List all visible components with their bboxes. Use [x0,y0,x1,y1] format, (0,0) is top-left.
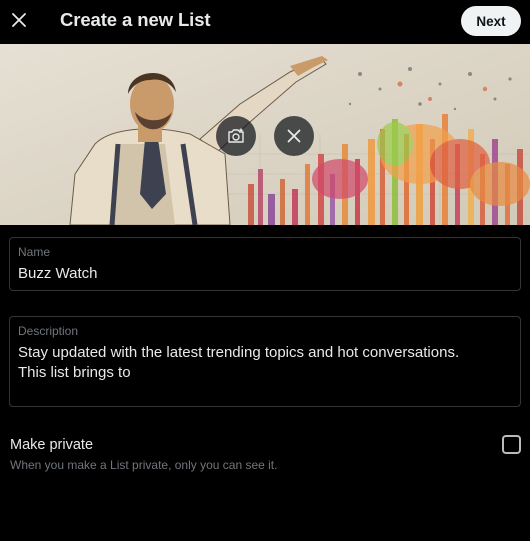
description-textarea[interactable]: Stay updated with the latest trending to… [18,343,513,383]
next-button[interactable]: Next [461,6,521,36]
remove-photo-button[interactable] [274,116,314,156]
modal-header: Create a new List Next [0,0,530,44]
close-icon [12,13,26,27]
page-title: Create a new List [60,9,211,30]
banner-illustration [0,44,530,225]
make-private-checkbox[interactable] [502,435,521,454]
name-input[interactable]: Buzz Watch [18,264,97,284]
description-line-1: Stay updated with the latest trending to… [18,344,460,361]
description-label: Description [18,324,79,338]
remove-photo-icon [287,129,301,143]
description-field[interactable]: Description Stay updated with the latest… [9,316,521,407]
name-label: Name [18,245,51,259]
name-field[interactable]: Name Buzz Watch [9,237,521,291]
add-photo-icon [228,128,244,143]
banner-image [0,44,530,225]
description-line-2: This list brings to [18,364,131,381]
make-private-title: Make private [10,437,94,453]
make-private-subtitle: When you make a List private, only you c… [10,458,278,472]
add-photo-button[interactable] [216,116,256,156]
close-button[interactable] [4,5,34,35]
